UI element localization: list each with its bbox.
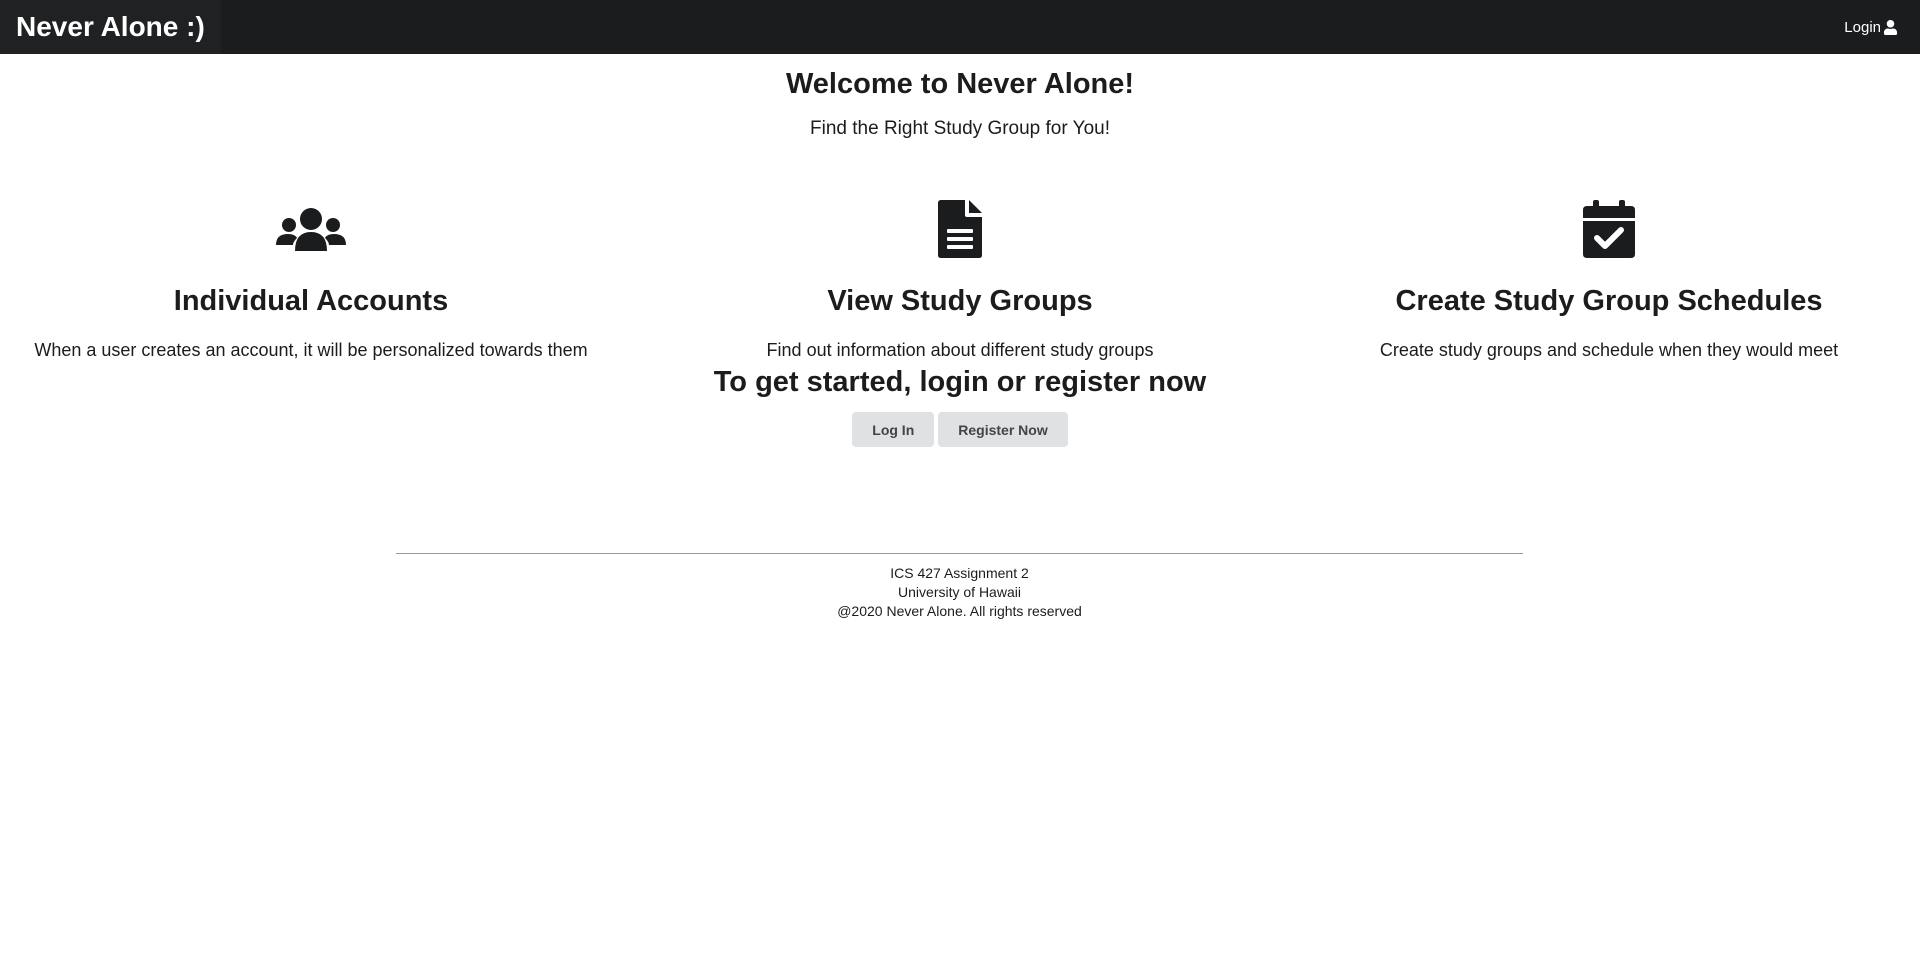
footer-university: University of Hawaii	[898, 584, 1021, 600]
register-button[interactable]: Register Now	[938, 412, 1068, 447]
page-title: Welcome to Never Alone!	[785, 68, 1135, 100]
footer-course: ICS 427 Assignment 2	[890, 565, 1029, 581]
cta-buttons: Log In Register Now	[0, 412, 1920, 447]
top-navbar: Never Alone :) Login	[0, 0, 1920, 54]
feature-title: Individual Accounts	[173, 285, 449, 317]
get-started-heading: To get started, login or register now	[713, 366, 1207, 398]
footer: ICS 427 Assignment 2 University of Hawai…	[396, 553, 1523, 621]
feature-description: Find out information about different stu…	[766, 340, 1154, 360]
footer-copyright: @2020 Never Alone. All rights reserved	[837, 603, 1082, 619]
users-icon	[276, 208, 346, 251]
landing-main: Welcome to Never Alone! Find the Right S…	[0, 54, 1920, 360]
feature-title: Create Study Group Schedules	[1395, 285, 1823, 317]
feature-create-schedules: Create Study Group Schedules Create stud…	[1289, 199, 1920, 363]
page-subtitle: Find the Right Study Group for You!	[810, 118, 1110, 139]
login-button[interactable]: Log In	[852, 412, 935, 447]
feature-title: View Study Groups	[827, 285, 1093, 317]
brand-link[interactable]: Never Alone :)	[0, 0, 221, 54]
login-label: Login	[1844, 18, 1881, 36]
file-alt-icon	[938, 200, 982, 258]
feature-view-study-groups: View Study Groups Find out information a…	[640, 199, 1280, 363]
feature-individual-accounts: Individual Accounts When a user creates …	[0, 199, 631, 363]
footer-divider	[396, 553, 1523, 554]
user-icon	[1883, 19, 1898, 35]
feature-description: When a user creates an account, it will …	[34, 340, 588, 360]
features-section: Individual Accounts When a user creates …	[0, 199, 1920, 379]
get-started-section: To get started, login or register now Lo…	[0, 362, 1920, 447]
feature-description: Create study groups and schedule when th…	[1379, 340, 1839, 360]
login-menu[interactable]: Login	[1844, 19, 1898, 36]
calendar-check-icon	[1583, 200, 1635, 258]
